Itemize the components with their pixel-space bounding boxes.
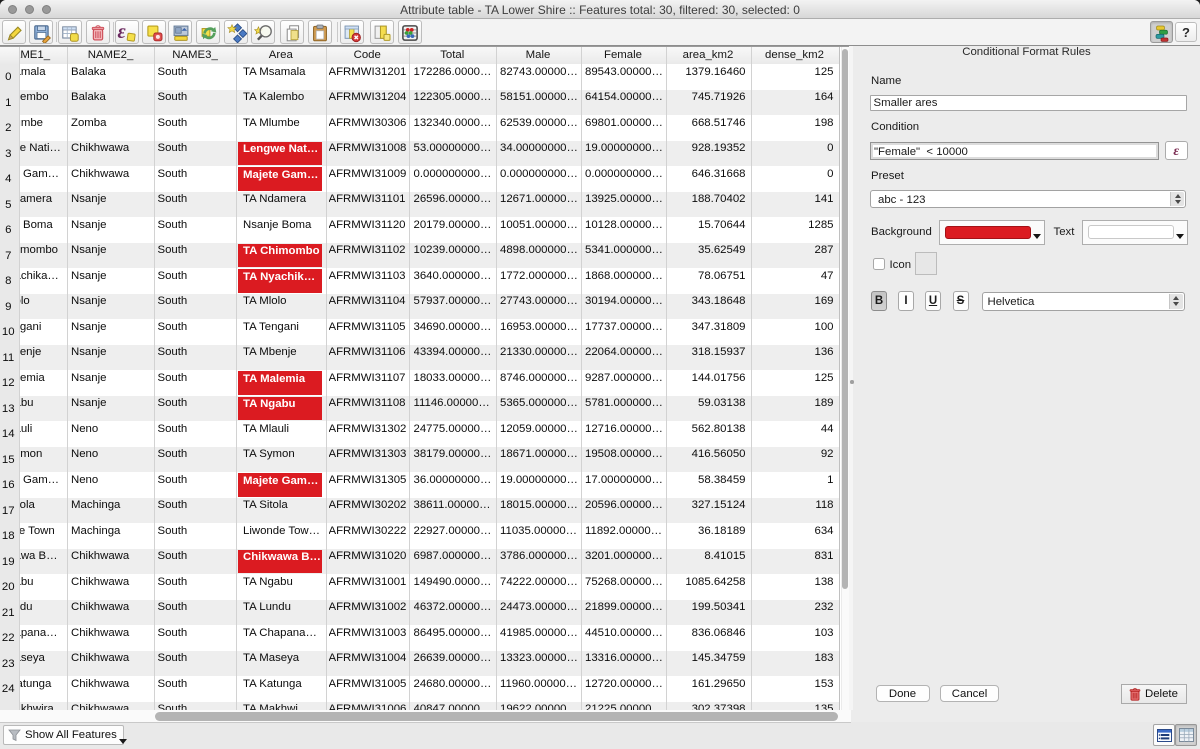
svg-text:ε: ε — [118, 23, 127, 43]
